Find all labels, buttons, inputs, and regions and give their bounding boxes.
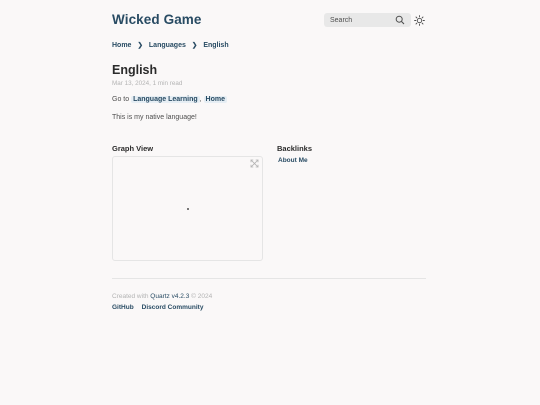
footer-link-github[interactable]: GitHub bbox=[112, 304, 134, 311]
breadcrumb-separator: ❯ bbox=[137, 42, 143, 49]
search-button[interactable]: Search bbox=[324, 13, 411, 27]
graph-view-heading: Graph View bbox=[112, 144, 154, 153]
footer-year: © 2024 bbox=[189, 293, 213, 300]
search-label: Search bbox=[330, 16, 353, 24]
sun-icon bbox=[414, 15, 425, 26]
article-paragraph: This is my native language! bbox=[112, 114, 197, 121]
breadcrumb-separator: ❯ bbox=[191, 42, 198, 49]
footer-divider bbox=[112, 278, 426, 279]
graph-node[interactable] bbox=[187, 208, 189, 210]
article-meta: Mar 13, 2024, 1 min read bbox=[112, 80, 182, 87]
footer-credit: Created with Quartz v4.2.3 © 2024 bbox=[112, 293, 212, 300]
breadcrumb-home[interactable]: Home bbox=[112, 42, 131, 49]
footer-links: GitHub Discord Community bbox=[112, 304, 203, 311]
page-title: English bbox=[112, 63, 158, 77]
article-paragraph: Go to Language Learning, Home bbox=[112, 96, 227, 103]
theme-toggle-button[interactable] bbox=[414, 15, 425, 26]
backlink-item[interactable]: About Me bbox=[278, 157, 308, 164]
quartz-link[interactable]: Quartz v4.2.3 bbox=[150, 293, 189, 300]
site-title[interactable]: Wicked Game bbox=[112, 12, 202, 27]
search-icon bbox=[395, 15, 405, 25]
breadcrumb: Home ❯ Languages ❯ English bbox=[112, 41, 229, 50]
footer-link-discord[interactable]: Discord Community bbox=[142, 304, 204, 311]
link-separator: , bbox=[199, 96, 204, 103]
article-date: Mar 13, 2024 bbox=[112, 80, 150, 87]
expand-graph-icon[interactable] bbox=[250, 159, 259, 168]
link-home[interactable]: Home bbox=[203, 96, 227, 103]
link-language-learning[interactable]: Language Learning bbox=[131, 96, 200, 103]
reading-time: 1 min read bbox=[152, 80, 183, 87]
paragraph-text: Go to bbox=[112, 96, 132, 103]
backlinks-heading: Backlinks bbox=[277, 144, 313, 153]
breadcrumb-english[interactable]: English bbox=[203, 42, 228, 49]
graph-view[interactable] bbox=[112, 156, 263, 261]
breadcrumb-languages[interactable]: Languages bbox=[149, 42, 186, 49]
footer-created-text: Created with bbox=[112, 293, 151, 300]
